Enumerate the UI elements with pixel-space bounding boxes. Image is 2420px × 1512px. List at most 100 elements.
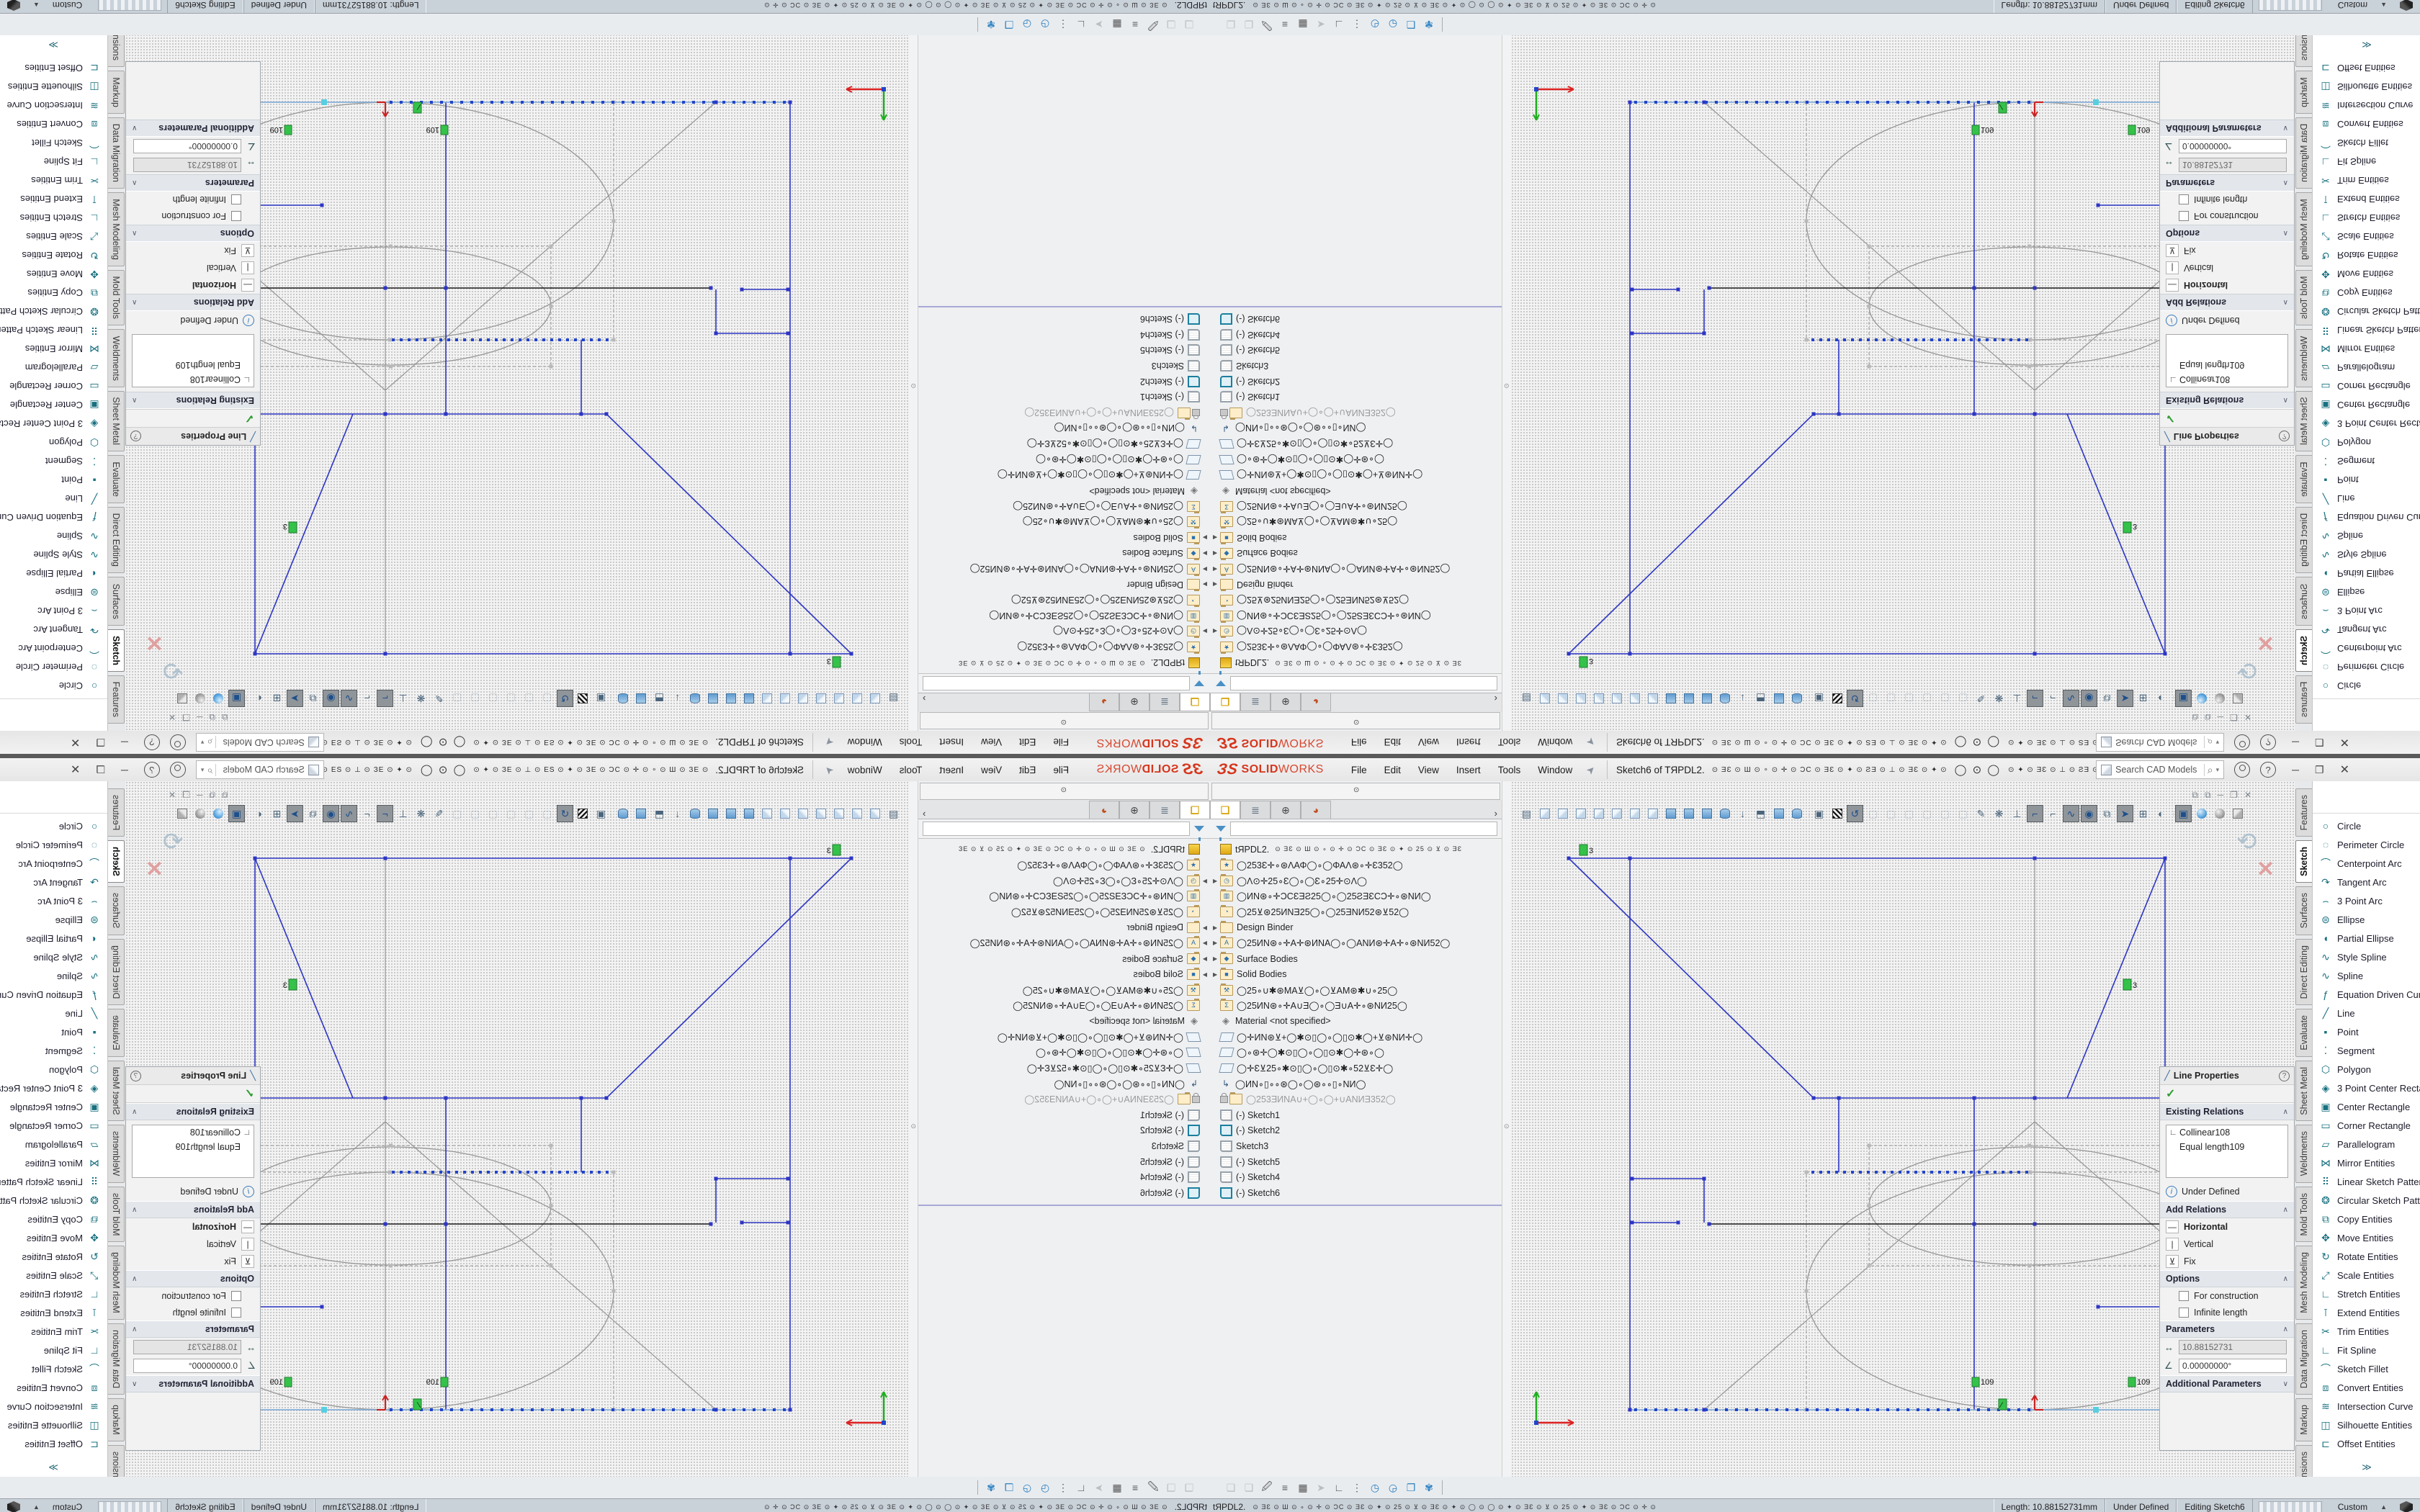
tree-item[interactable]: ▶A◯25ИN⊛∘✛Α✛⊛ИNΑ◯∘◯ΑNИ⊛✛Α✛∘⊛NИ52◯: [918, 935, 1210, 951]
tool-segment[interactable]: ⁚Segment: [2313, 1041, 2420, 1060]
search-icon[interactable]: ⌕: [2204, 737, 2216, 749]
add-relation-vertical[interactable]: |Vertical: [126, 259, 260, 276]
minimize-button[interactable]: ─: [121, 737, 128, 748]
bars-icon[interactable]: ≡: [1277, 17, 1293, 32]
tree-item[interactable]: tЯPDL2.⊙ ƎƐ ⊙ Ш ⊙ ∘ ⊙ ✛ ⊙ ƆϹ ⊙ ƎƐ ⊙ ✦ ⊙ …: [918, 654, 1210, 670]
tool-style-spline[interactable]: ∿Style Spline: [0, 948, 107, 966]
expand-arrow-icon[interactable]: ▶: [1200, 628, 1207, 634]
tool-parallelogram[interactable]: ▱Parallelogram: [2313, 1135, 2420, 1153]
bars-icon[interactable]: ≡: [1127, 1480, 1143, 1495]
tree-item[interactable]: ◯253ƎИΝΑ∪+◯∘◯+∪ΑΝИƎ352◯: [1210, 405, 1502, 420]
tree-item[interactable]: ↳◯ИN∘▯∘∘⊛◯∘◯⊛∘∘▯∘NИ◯: [1210, 1076, 1502, 1092]
add-relation-horizontal[interactable]: —Horizontal: [2160, 1218, 2294, 1236]
option-infinite-length[interactable]: Infinite length: [2160, 192, 2294, 208]
tool-ellipse[interactable]: ⊜Ellipse: [2313, 583, 2420, 602]
tab-mold-tools[interactable]: Mold Tools: [2295, 1187, 2313, 1243]
tool-intersection-curve[interactable]: ≋Intersection Curve: [2313, 1397, 2420, 1416]
panel-tabs-overflow[interactable]: ›: [1494, 693, 1497, 704]
tree-item[interactable]: ⚒◯25∘∪✱⊛ΜΑ⊻◯∘◯⊻ΑΜ⊛✱∪∘25◯: [918, 514, 1210, 530]
dotsep-icon[interactable]: ⋮: [1055, 17, 1071, 32]
tool-polygon[interactable]: ⬡Polygon: [2313, 433, 2420, 452]
tab-evaluate[interactable]: Evaluate: [2295, 455, 2313, 503]
panel-help-icon[interactable]: ?: [2279, 1071, 2290, 1081]
tools-more-chevron[interactable]: ≫: [0, 1462, 107, 1473]
tab-features[interactable]: Features: [2295, 675, 2313, 724]
expand-arrow-icon[interactable]: ▶: [1200, 581, 1207, 588]
tree-item[interactable]: ◈Material <not specified>: [918, 1014, 1210, 1030]
section-parameters[interactable]: Parameters∧: [2160, 1320, 2294, 1338]
tool-trim-entities[interactable]: ✂Trim Entities: [0, 171, 107, 190]
tree-item[interactable]: Sketch3: [918, 358, 1210, 374]
section-existing-relations[interactable]: Existing Relations∧: [2160, 1103, 2294, 1120]
tree-item[interactable]: ▶◆Surface Bodies: [1210, 951, 1502, 967]
panel-help-icon[interactable]: ?: [2279, 431, 2290, 442]
menu-insert[interactable]: Insert: [1448, 765, 1489, 775]
tree-item[interactable]: (-) Sketch2: [1210, 374, 1502, 390]
param-value[interactable]: 10.88152731: [2179, 1340, 2287, 1354]
tree-item[interactable]: (-) Sketch4: [918, 327, 1210, 343]
search-dropdown-icon[interactable]: ▾: [200, 739, 205, 747]
tool-stretch-entities[interactable]: ∟Stretch Entities: [2313, 209, 2420, 228]
relation-item[interactable]: Equal length109: [133, 1140, 254, 1154]
param-angle[interactable]: ∠0.00000000°: [2160, 1356, 2294, 1375]
tool-stretch-entities[interactable]: ∟Stretch Entities: [2313, 1284, 2420, 1303]
param-angle[interactable]: ∠0.00000000°: [126, 137, 260, 156]
param-value[interactable]: 0.00000000°: [2179, 1359, 2287, 1373]
section-existing-relations[interactable]: Existing Relations∧: [126, 392, 260, 409]
tool-spline[interactable]: ∿Spline: [0, 966, 107, 985]
tool-segment[interactable]: ⁚Segment: [2313, 452, 2420, 471]
panel-tab-fm[interactable]: ❏: [1180, 801, 1210, 819]
section-parameters[interactable]: Parameters∧: [126, 174, 260, 192]
vline-icon[interactable]: [1442, 17, 1443, 32]
tool-move-entities[interactable]: ✥Move Entities: [0, 265, 107, 284]
gear-icon[interactable]: ✾: [1421, 1480, 1437, 1495]
tree-item[interactable]: Sketch3: [1210, 1138, 1502, 1154]
tool-centerpoint-arc[interactable]: ⌒Centerpoint Arc: [2313, 639, 2420, 658]
tree-item[interactable]: ▶◆Surface Bodies: [1210, 546, 1502, 562]
param-length[interactable]: ↔10.88152731: [126, 1338, 260, 1356]
add-relation-horizontal[interactable]: —Horizontal: [126, 1218, 260, 1236]
tool-point[interactable]: ▪Point: [0, 1022, 107, 1041]
panel-tab-display[interactable]: ◕: [1089, 801, 1119, 819]
tab-evaluate[interactable]: Evaluate: [107, 455, 125, 503]
tab-mesh-modeling[interactable]: Mesh Modeling: [107, 1246, 125, 1320]
tree-item[interactable]: (-) Sketch5: [1210, 343, 1502, 359]
tool-copy-entities[interactable]: ⧉Copy Entities: [0, 284, 107, 302]
expand-arrow-icon[interactable]: ▶: [1200, 566, 1207, 572]
tool-intersection-curve[interactable]: ≋Intersection Curve: [0, 1397, 107, 1416]
close-button[interactable]: ✕: [71, 735, 80, 750]
pin-icon[interactable]: ➤: [1584, 762, 1598, 777]
tree-item[interactable]: ▥◯ИN⊛∘✛ƆϹƐƎƧ25◯∘◯25ƧƎƐϹƆ✛∘⊛NИ◯: [918, 888, 1210, 904]
tree-scrollbar[interactable]: ⊙: [908, 781, 918, 1477]
tree-item[interactable]: ▶◷◯Λ⊙✛25∘Ɛ◯∘◯Ɛ∘25✛⊙Λ◯: [1210, 624, 1502, 639]
tool-3-point-center-recta-[interactable]: ◈3 Point Center Recta...: [0, 1079, 107, 1097]
tool-fit-spline[interactable]: ∟Fit Spline: [2313, 153, 2420, 171]
panel-tab-sliders[interactable]: ≣: [1240, 801, 1270, 819]
tool-point[interactable]: ▪Point: [0, 471, 107, 490]
tool-perimeter-circle[interactable]: ◌Perimeter Circle: [0, 658, 107, 677]
tab-markup[interactable]: Markup: [2295, 71, 2313, 114]
tree-filter[interactable]: [918, 819, 1210, 839]
bclockp-icon[interactable]: ◶: [1385, 17, 1401, 32]
tree-item[interactable]: (-) Sketch2: [918, 1122, 1210, 1138]
add-relation-fix[interactable]: ⊻Fix: [126, 1253, 260, 1270]
tree-item[interactable]: (-) Sketch5: [918, 1154, 1210, 1170]
panel-tab-sliders[interactable]: ≣: [1150, 693, 1180, 711]
tool-perimeter-circle[interactable]: ◌Perimeter Circle: [2313, 658, 2420, 677]
filter-input[interactable]: [923, 822, 1190, 836]
tree-scrollbar[interactable]: ⊙: [908, 35, 918, 731]
vline-icon[interactable]: [1442, 1480, 1443, 1495]
tree-item[interactable]: ◔◯25⊻⊛25ИΝƎ25◯∘◯25ƎΝИ52⊛⊻52◯: [1210, 593, 1502, 608]
menu-edit[interactable]: Edit: [1376, 737, 1410, 748]
tool-intersection-curve[interactable]: ≋Intersection Curve: [2313, 96, 2420, 115]
tool-3-point-arc[interactable]: ⌢3 Point Arc: [0, 891, 107, 910]
tool-linear-sketch-pattern[interactable]: ⠿Linear Sketch Pattern: [0, 321, 107, 340]
expand-arrow-icon[interactable]: ▶: [1213, 628, 1220, 634]
tool-3-point-arc[interactable]: ⌢3 Point Arc: [0, 602, 107, 621]
section-additional-parameters[interactable]: Additional Parameters∨: [2160, 120, 2294, 137]
tool-corner-rectangle[interactable]: ▭Corner Rectangle: [2313, 1116, 2420, 1135]
tree-item[interactable]: (-) Sketch2: [1210, 1122, 1502, 1138]
relation-item[interactable]: Equal length109: [133, 358, 254, 372]
expand-arrow-icon[interactable]: ▶: [1200, 955, 1207, 962]
tool-partial-ellipse[interactable]: ◖Partial Ellipse: [0, 929, 107, 948]
